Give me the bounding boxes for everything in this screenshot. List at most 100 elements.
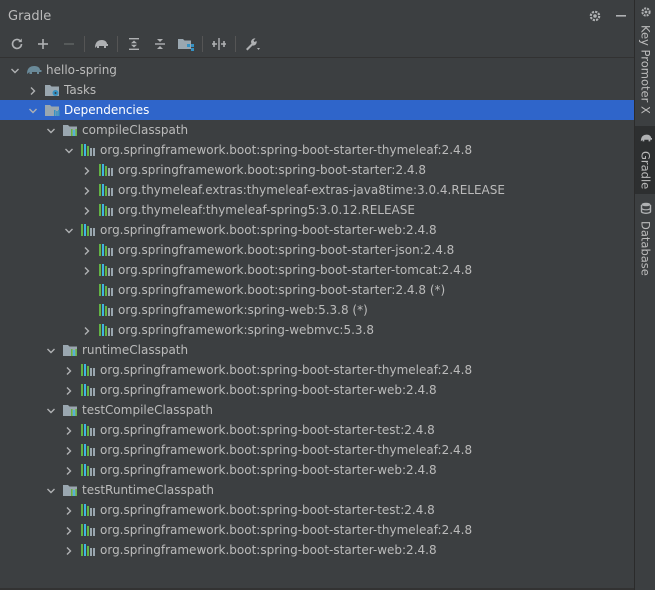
chevron-down-icon[interactable] xyxy=(28,105,38,115)
tree-node[interactable]: Tasks xyxy=(0,80,634,100)
add-icon[interactable] xyxy=(34,35,52,53)
toggle-offline-icon[interactable] xyxy=(210,35,228,53)
tree-node[interactable]: compileClasspath xyxy=(0,120,634,140)
tree-node[interactable]: org.springframework.boot:spring-boot-sta… xyxy=(0,460,634,480)
chevron-down-icon[interactable] xyxy=(64,225,74,235)
chevron-right-icon[interactable] xyxy=(82,185,92,195)
tree-node[interactable]: Dependencies xyxy=(0,100,634,120)
tree-node-label: compileClasspath xyxy=(82,123,189,137)
group-modules-icon[interactable] xyxy=(177,35,195,53)
library-icon xyxy=(98,163,114,177)
tree-node[interactable]: org.thymeleaf:thymeleaf-spring5:3.0.12.R… xyxy=(0,200,634,220)
tree-node-label: runtimeClasspath xyxy=(82,343,189,357)
tree-node[interactable]: org.springframework.boot:spring-boot-sta… xyxy=(0,500,634,520)
chevron-right-icon[interactable] xyxy=(82,165,92,175)
tab-label: Database xyxy=(638,221,653,276)
library-icon xyxy=(98,243,114,257)
tree-node-label: org.springframework.boot:spring-boot-sta… xyxy=(100,143,473,157)
chevron-right-icon[interactable] xyxy=(82,325,92,335)
library-icon xyxy=(98,263,114,277)
toolbar-separator xyxy=(235,36,236,52)
chevron-right-icon[interactable] xyxy=(82,205,92,215)
tree-node[interactable]: hello-spring xyxy=(0,60,634,80)
tasks-folder-icon xyxy=(44,83,60,97)
tree-node[interactable]: org.springframework.boot:spring-boot-sta… xyxy=(0,420,634,440)
toolbar-separator xyxy=(84,36,85,52)
tab-database[interactable]: Database xyxy=(635,202,655,276)
chevron-right-icon[interactable] xyxy=(64,445,74,455)
tree-node[interactable]: org.springframework.boot:spring-boot-sta… xyxy=(0,160,634,180)
tree-node[interactable]: org.springframework.boot:spring-boot-sta… xyxy=(0,260,634,280)
dependency-tree[interactable]: hello-spring Tasks Dependencies compileClas… xyxy=(0,60,634,560)
tree-node[interactable]: org.springframework.boot:spring-boot-sta… xyxy=(0,220,634,240)
library-icon xyxy=(80,523,96,537)
remove-icon[interactable] xyxy=(60,35,78,53)
chevron-down-icon[interactable] xyxy=(46,345,56,355)
right-tool-stripe: Key Promoter X Gradle Database xyxy=(634,0,655,590)
library-icon xyxy=(80,223,96,237)
gradle-toolbar xyxy=(0,32,634,58)
tree-node[interactable]: org.thymeleaf.extras:thymeleaf-extras-ja… xyxy=(0,180,634,200)
chevron-right-icon[interactable] xyxy=(64,365,74,375)
chevron-right-icon[interactable] xyxy=(82,265,92,275)
library-icon xyxy=(98,303,114,317)
tree-node[interactable]: testCompileClasspath xyxy=(0,400,634,420)
tree-node[interactable]: org.springframework.boot:spring-boot-sta… xyxy=(0,240,634,260)
chevron-right-icon[interactable] xyxy=(64,385,74,395)
tree-node[interactable]: org.springframework:spring-webmvc:5.3.8 xyxy=(0,320,634,340)
tree-node[interactable]: org.springframework.boot:spring-boot-sta… xyxy=(0,280,634,300)
configuration-icon xyxy=(62,483,78,497)
tab-gradle[interactable]: Gradle xyxy=(635,126,655,194)
expand-all-icon[interactable] xyxy=(125,35,143,53)
tree-node[interactable]: org.springframework.boot:spring-boot-sta… xyxy=(0,140,634,160)
tree-node-label: org.springframework.boot:spring-boot-sta… xyxy=(100,383,437,397)
library-icon xyxy=(98,283,114,297)
chevron-right-icon[interactable] xyxy=(64,545,74,555)
tree-node-label: org.springframework.boot:spring-boot-sta… xyxy=(118,243,455,257)
elephant-icon xyxy=(639,132,653,147)
chevron-right-icon[interactable] xyxy=(64,425,74,435)
tree-node-label: org.springframework.boot:spring-boot-sta… xyxy=(100,463,437,477)
minimize-icon[interactable] xyxy=(612,7,630,25)
gear-icon[interactable] xyxy=(586,7,604,25)
library-icon xyxy=(98,323,114,337)
tree-node-label: org.springframework.boot:spring-boot-sta… xyxy=(100,223,437,237)
tree-node[interactable]: org.springframework.boot:spring-boot-sta… xyxy=(0,520,634,540)
tree-node[interactable]: org.springframework:spring-web:5.3.8 (*) xyxy=(0,300,634,320)
chevron-down-icon[interactable] xyxy=(46,405,56,415)
tree-node-label: Tasks xyxy=(64,83,97,97)
chevron-down-icon[interactable] xyxy=(46,125,56,135)
configuration-icon xyxy=(62,343,78,357)
chevron-right-icon[interactable] xyxy=(64,465,74,475)
tree-node-label: testCompileClasspath xyxy=(82,403,213,417)
tab-key-promoter-x[interactable]: Key Promoter X xyxy=(635,6,655,114)
library-icon xyxy=(98,183,114,197)
tree-node[interactable]: org.springframework.boot:spring-boot-sta… xyxy=(0,360,634,380)
tree-node-label: org.springframework.boot:spring-boot-sta… xyxy=(100,363,473,377)
execute-task-icon[interactable] xyxy=(92,35,110,53)
tree-node[interactable]: org.springframework.boot:spring-boot-sta… xyxy=(0,380,634,400)
library-icon xyxy=(80,383,96,397)
chevron-right-icon[interactable] xyxy=(28,85,38,95)
chevron-right-icon[interactable] xyxy=(82,245,92,255)
tree-node[interactable]: org.springframework.boot:spring-boot-sta… xyxy=(0,540,634,560)
library-icon xyxy=(80,363,96,377)
toolbar-separator xyxy=(117,36,118,52)
chevron-down-icon[interactable] xyxy=(10,65,20,75)
library-icon xyxy=(80,463,96,477)
header-actions xyxy=(586,7,630,25)
library-icon xyxy=(80,443,96,457)
chevron-right-icon[interactable] xyxy=(64,505,74,515)
settings-wrench-icon[interactable] xyxy=(244,35,262,53)
reload-icon[interactable] xyxy=(8,35,26,53)
chevron-right-icon[interactable] xyxy=(64,525,74,535)
tree-node-label: hello-spring xyxy=(46,63,117,77)
chevron-down-icon[interactable] xyxy=(46,485,56,495)
collapse-all-icon[interactable] xyxy=(151,35,169,53)
tree-node[interactable]: testRuntimeClasspath xyxy=(0,480,634,500)
chevron-down-icon[interactable] xyxy=(64,145,74,155)
tree-node[interactable]: runtimeClasspath xyxy=(0,340,634,360)
library-icon xyxy=(80,503,96,517)
tree-node[interactable]: org.springframework.boot:spring-boot-sta… xyxy=(0,440,634,460)
tree-node-label: org.springframework.boot:spring-boot-sta… xyxy=(100,523,473,537)
